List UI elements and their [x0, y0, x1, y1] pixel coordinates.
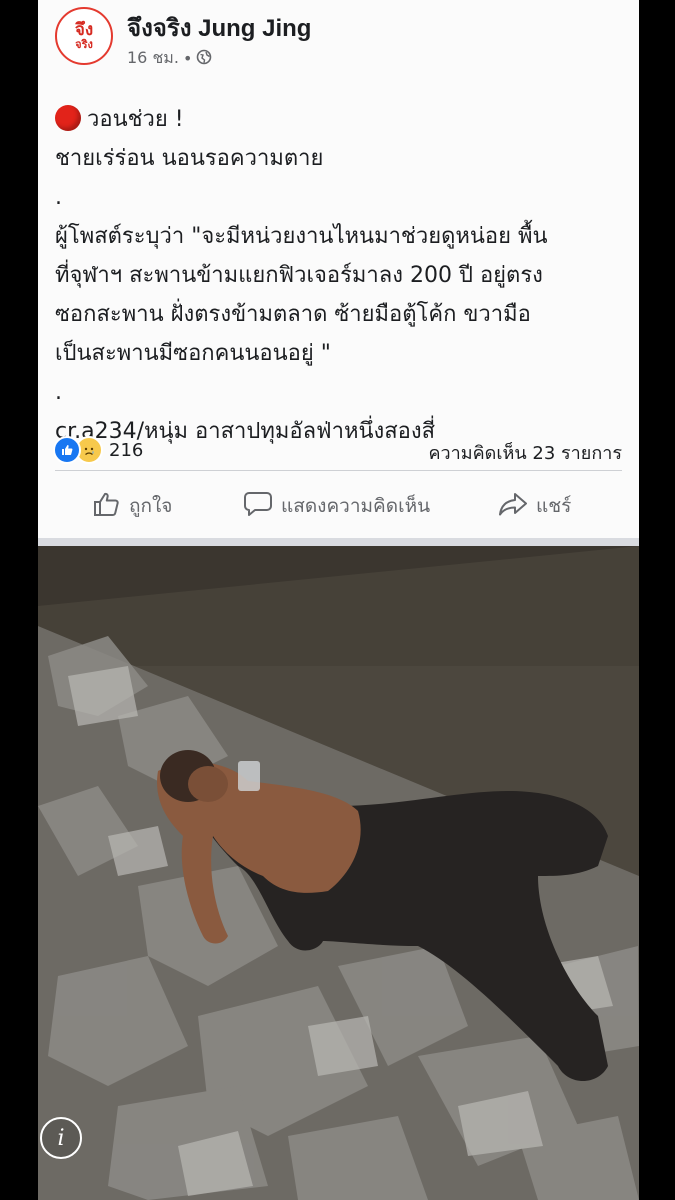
- post-divider: [38, 538, 639, 546]
- post-card: จึง จริง จึงจริง Jung Jing 16 ชม. • วอนช…: [38, 0, 639, 538]
- post-photo[interactable]: [38, 546, 639, 1200]
- globe-icon: [196, 49, 212, 69]
- meta-separator: •: [182, 49, 193, 68]
- comments-count[interactable]: ความคิดเห็น 23 รายการ: [428, 438, 622, 467]
- post-line-3: .: [55, 185, 62, 210]
- post-time[interactable]: 16 ชม.: [127, 46, 179, 71]
- reaction-count: 216: [109, 439, 144, 461]
- share-arrow-icon: [498, 491, 528, 522]
- comment-bubble-icon: [243, 490, 273, 523]
- post-line-5: ที่จุฬาฯ สะพานข้ามแยกฟิวเจอร์มาลง 200 ปี…: [55, 263, 543, 288]
- info-icon: i: [57, 1125, 65, 1151]
- divider: [55, 470, 622, 471]
- like-button[interactable]: ถูกใจ: [93, 491, 172, 522]
- post-line-6: ซอกสะพาน ฝั่งตรงข้ามตลาด ซ้ายมือตู้โค้ก …: [55, 302, 531, 327]
- action-bar: ถูกใจ แสดงความคิดเห็น แชร์: [38, 486, 639, 526]
- post-meta: 16 ชม. •: [127, 46, 212, 71]
- post-line-7: เป็นสะพานมีซอกคนนอนอยู่ ": [55, 341, 331, 366]
- post-line-4: ผู้โพสต์ระบุว่า "จะมีหน่วยงานไหนมาช่วยดู…: [55, 224, 548, 249]
- thumbs-up-icon: [93, 491, 121, 522]
- reaction-summary[interactable]: 216: [53, 436, 143, 464]
- avatar-logo-bottom: จริง: [75, 38, 93, 51]
- share-button[interactable]: แชร์: [498, 491, 571, 522]
- post-line-2: ชายเร่ร่อน นอนรอความตาย: [55, 146, 324, 171]
- post-text: วอนช่วย ! ชายเร่ร่อน นอนรอความตาย . ผู้โ…: [55, 100, 625, 451]
- red-circle-icon: [55, 105, 81, 131]
- page-avatar[interactable]: จึง จริง: [55, 7, 113, 65]
- comment-button[interactable]: แสดงความคิดเห็น: [243, 490, 430, 523]
- comment-label: แสดงความคิดเห็น: [281, 495, 431, 517]
- like-label: ถูกใจ: [129, 495, 173, 517]
- photo-scene: [38, 546, 639, 1200]
- post-line-1: วอนช่วย !: [55, 100, 625, 139]
- post-line-8: .: [55, 380, 62, 405]
- info-button[interactable]: i: [40, 1117, 82, 1159]
- avatar-logo-top: จึง: [74, 20, 94, 40]
- like-reaction-icon: [53, 436, 81, 464]
- page-name[interactable]: จึงจริง Jung Jing: [127, 8, 311, 47]
- share-label: แชร์: [536, 495, 572, 517]
